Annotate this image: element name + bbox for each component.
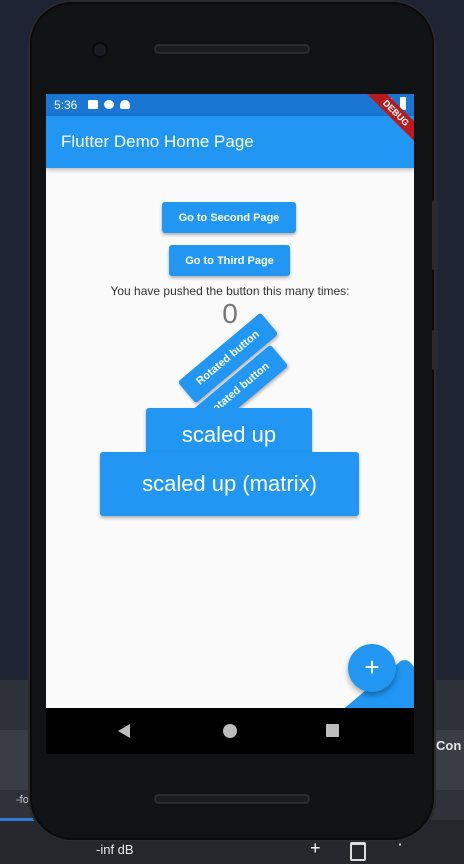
navigation-bar (46, 708, 414, 754)
third-page-button[interactable]: Go to Third Page (169, 245, 290, 276)
power-button (432, 330, 438, 370)
increment-fab[interactable]: + (348, 644, 396, 692)
app-screen: 5:36 Flutter Demo Home Page DEBUG Go to … (46, 94, 414, 708)
home-icon[interactable] (223, 724, 237, 738)
back-icon[interactable] (118, 724, 130, 738)
cloud-icon (120, 100, 130, 109)
volume-button (432, 200, 438, 270)
scaled-up-matrix-button[interactable]: scaled up (matrix) (100, 452, 359, 516)
status-time: 5:36 (54, 98, 78, 112)
desktop-left-label: -fo (16, 794, 29, 806)
app-bar: Flutter Demo Home Page (46, 116, 414, 168)
recents-icon[interactable] (326, 724, 339, 737)
status-bar: 5:36 (46, 94, 414, 116)
second-page-button[interactable]: Go to Second Page (162, 202, 296, 233)
desktop-panel-label: Con (436, 738, 462, 753)
trash-icon[interactable] (350, 842, 366, 861)
notification-icon (104, 100, 114, 109)
speaker-top (154, 44, 310, 54)
mail-icon (88, 100, 98, 109)
camera-icon (94, 44, 106, 56)
volume-readout: -inf dB (96, 842, 134, 857)
counter-value: 0 (222, 298, 238, 329)
speaker-bottom (154, 794, 310, 804)
counter-label: You have pushed the button this many tim… (110, 284, 350, 298)
page-title: Flutter Demo Home Page (61, 132, 254, 151)
